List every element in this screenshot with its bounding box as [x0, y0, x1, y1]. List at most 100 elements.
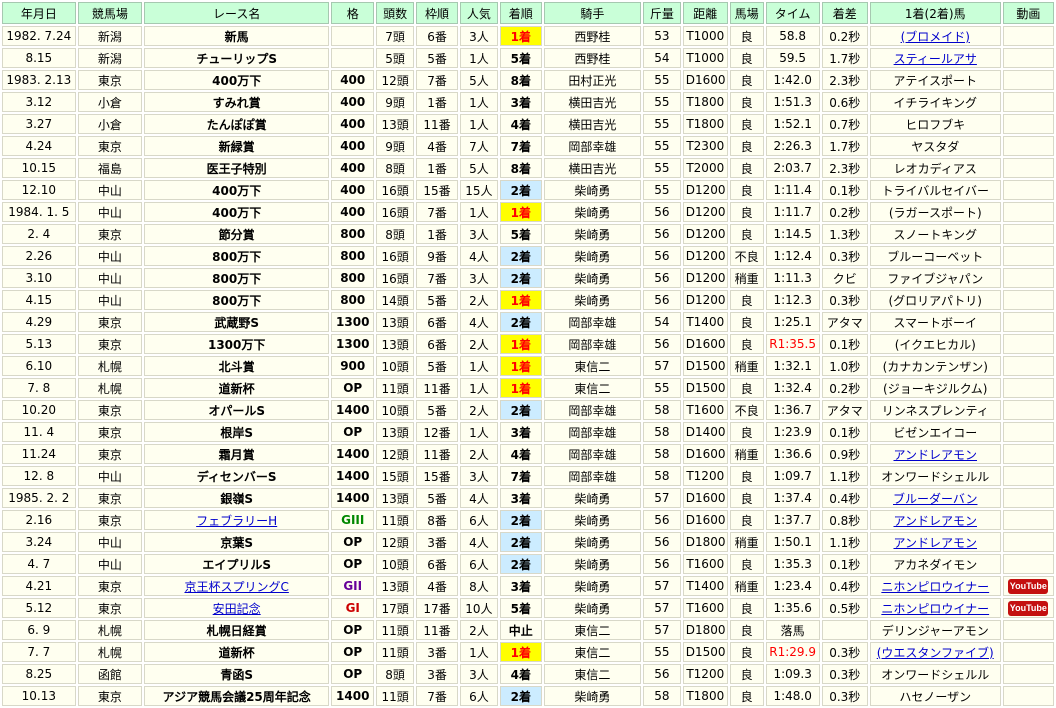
gate-number: 1番: [416, 224, 458, 244]
track-condition: 良: [729, 312, 764, 332]
race-date: 1984. 1. 5: [2, 202, 76, 222]
distance: T1600: [682, 598, 728, 618]
winner-horse-link[interactable]: スティールアサ: [894, 52, 977, 66]
race-grade: OP: [331, 664, 375, 684]
winner-horse-cell: (カナカンテンザン): [869, 356, 1001, 376]
video-cell: [1002, 224, 1054, 244]
header-result: 着順: [499, 2, 542, 24]
race-name-cell: 400万下: [144, 202, 330, 222]
race-name-cell: 銀嶺S: [144, 488, 330, 508]
race-date: 3.10: [2, 268, 76, 288]
winner-horse-cell: アテイスポート: [869, 70, 1001, 90]
race-grade: 800: [331, 268, 375, 288]
popularity: 6人: [459, 686, 498, 706]
race-name-cell: 青函S: [144, 664, 330, 684]
winner-horse-link[interactable]: ブルーダーバン: [893, 492, 977, 506]
popularity: 5人: [459, 70, 498, 90]
race-date: 4. 7: [2, 554, 76, 574]
winner-horse-link[interactable]: アンドレアモン: [893, 536, 977, 550]
table-row: 6. 9 札幌 札幌日経賞 OP 11頭 11番 2人 中止 東信二 57 D1800 良落馬 デリンジ…: [2, 620, 1054, 640]
track-condition: 良: [729, 642, 764, 662]
race-time: 2:03.7: [765, 158, 820, 178]
race-date: 3.12: [2, 92, 76, 112]
race-time: 1:09.7: [765, 466, 820, 486]
gate-number: 1番: [416, 92, 458, 112]
racecourse: 中山: [77, 554, 143, 574]
field-size: 13頭: [376, 576, 415, 596]
gate-number: 4番: [416, 576, 458, 596]
table-row: 4.24 東京 新緑賞 400 9頭 4番 7人 7着 岡部幸雄 55 T2300 良 2:26.3 1.…: [2, 136, 1054, 156]
margin: クビ: [821, 268, 868, 288]
jockey: 岡部幸雄: [543, 466, 641, 486]
race-grade: 800: [331, 246, 375, 266]
carried-weight: 54: [642, 312, 681, 332]
header-time: タイム: [765, 2, 820, 24]
finish-result: 8着: [499, 70, 542, 90]
jockey: 岡部幸雄: [543, 422, 641, 442]
race-name-link[interactable]: 安田記念: [213, 602, 261, 616]
finish-result: 8着: [499, 158, 542, 178]
youtube-icon[interactable]: YouTube: [1008, 578, 1049, 594]
winner-horse-link[interactable]: ニホンピロウイナー: [881, 580, 989, 594]
race-date: 3.27: [2, 114, 76, 134]
margin: 1.7秒: [821, 136, 868, 156]
race-time: 1:37.4: [765, 488, 820, 508]
jockey: 柴崎勇: [543, 290, 641, 310]
winner-horse-cell: オンワードシェルル: [869, 664, 1001, 684]
race-time: 1:51.3: [765, 92, 820, 112]
track-condition: 良: [729, 422, 764, 442]
race-grade: 1300: [331, 312, 375, 332]
winner-horse-link[interactable]: (ブロメイド): [901, 30, 970, 44]
winner-horse-link[interactable]: アンドレアモン: [893, 448, 977, 462]
race-name-cell: 新緑賞: [144, 136, 330, 156]
carried-weight: 56: [642, 554, 681, 574]
winner-horse-cell: ハセノーザン: [869, 686, 1001, 706]
finish-result: 1着: [499, 642, 542, 662]
popularity: 5人: [459, 158, 498, 178]
winner-horse-link[interactable]: (ウエスタンファイブ): [877, 646, 994, 660]
table-row: 1984. 1. 5 中山 400万下 400 16頭 7番 1人 1着 柴崎勇 56 D1200 良…: [2, 202, 1054, 222]
race-time: 1:12.4: [765, 246, 820, 266]
margin: 0.2秒: [821, 202, 868, 222]
winner-horse-cell: ニホンピロウイナー: [869, 576, 1001, 596]
distance: T1200: [682, 466, 728, 486]
race-date: 3.24: [2, 532, 76, 552]
gate-number: 5番: [416, 290, 458, 310]
racecourse: 東京: [77, 334, 143, 354]
video-cell: [1002, 202, 1054, 222]
race-grade: 400: [331, 158, 375, 178]
video-cell[interactable]: YouTube: [1002, 576, 1054, 596]
youtube-icon[interactable]: YouTube: [1008, 600, 1049, 616]
race-name-cell: ディセンバーS: [144, 466, 330, 486]
race-name-cell: 道新杯: [144, 642, 330, 662]
header-distance: 距離: [682, 2, 728, 24]
finish-result: 1着: [499, 202, 542, 222]
table-row: 2.16 東京 フェブラリーH GIII 11頭 8番 6人 2着 柴崎勇 56 D1600 良 1:3…: [2, 510, 1054, 530]
race-name-link[interactable]: フェブラリーH: [196, 514, 277, 528]
table-row: 2. 4 東京 節分賞 800 8頭 1番 3人 5着 柴崎勇 56 D1200 良 1:14.5 1.3…: [2, 224, 1054, 244]
jockey: 岡部幸雄: [543, 136, 641, 156]
race-name-link[interactable]: 京王杯スプリングC: [184, 580, 288, 594]
header-gate: 枠順: [416, 2, 458, 24]
video-cell[interactable]: YouTube: [1002, 598, 1054, 618]
header-margin: 着差: [821, 2, 868, 24]
popularity: 2人: [459, 400, 498, 420]
race-time: 1:36.6: [765, 444, 820, 464]
margin: 0.7秒: [821, 114, 868, 134]
header-race: レース名: [144, 2, 330, 24]
race-grade: 400: [331, 92, 375, 112]
popularity: 10人: [459, 598, 498, 618]
field-size: 13頭: [376, 312, 415, 332]
field-size: 11頭: [376, 510, 415, 530]
distance: T1000: [682, 26, 728, 46]
winner-horse-link[interactable]: アンドレアモン: [893, 514, 977, 528]
field-size: 12頭: [376, 532, 415, 552]
race-time: 1:48.0: [765, 686, 820, 706]
race-date: 10.20: [2, 400, 76, 420]
winner-horse-link[interactable]: ニホンピロウイナー: [881, 602, 989, 616]
carried-weight: 57: [642, 620, 681, 640]
race-grade: [331, 26, 375, 46]
video-cell: [1002, 466, 1054, 486]
field-size: 16頭: [376, 268, 415, 288]
popularity: 8人: [459, 576, 498, 596]
